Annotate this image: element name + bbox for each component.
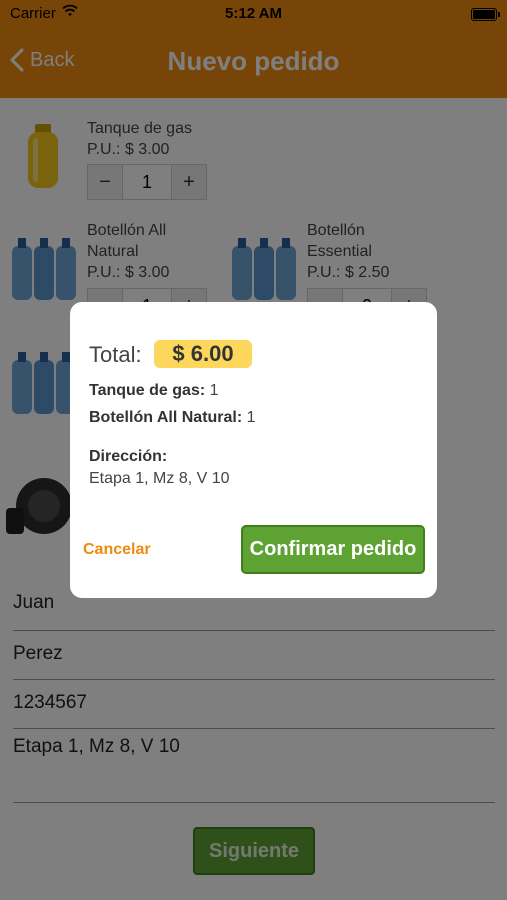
confirm-order-button[interactable]: Confirmar pedido: [241, 525, 425, 574]
summary-item-qty: 1: [209, 382, 219, 399]
total-label: Total:: [89, 342, 142, 367]
address-text: Etapa 1, Mz 8, V 10: [89, 470, 230, 487]
address-label: Dirección:: [89, 448, 167, 466]
summary-item-label: Botellón All Natural:: [89, 409, 243, 426]
summary-item-qty: 1: [246, 409, 256, 426]
summary-item: Botellón All Natural: 1: [89, 409, 256, 427]
summary-item: Tanque de gas: 1: [89, 382, 219, 400]
total-amount: $ 6.00: [154, 340, 252, 368]
order-confirmation-dialog: Total: $ 6.00 Tanque de gas: 1 Botellón …: [70, 302, 437, 598]
summary-item-label: Tanque de gas:: [89, 382, 206, 399]
cancel-button[interactable]: Cancelar: [83, 541, 151, 559]
address-heading: Dirección:: [89, 448, 168, 465]
